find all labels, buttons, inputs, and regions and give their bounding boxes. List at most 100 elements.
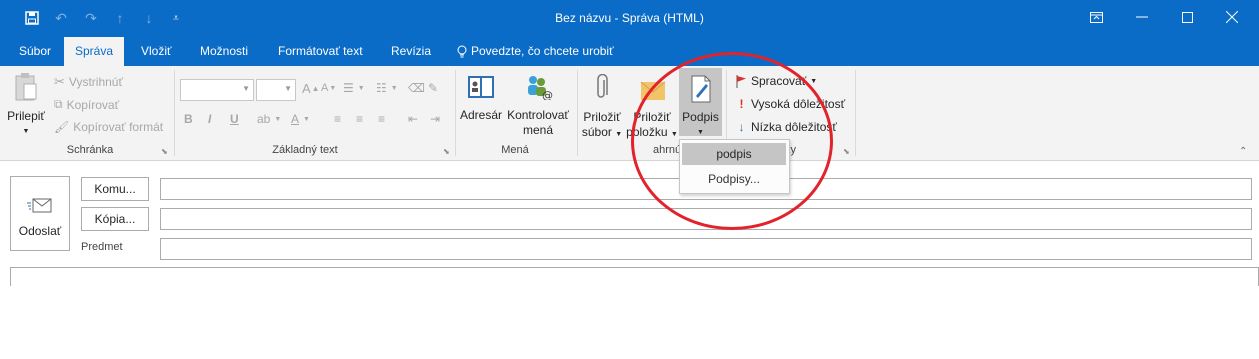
follow-up-label: Spracovať: [751, 74, 807, 88]
maximize-icon[interactable]: [1167, 4, 1207, 30]
highlighter-icon: ab: [257, 112, 271, 126]
align-right-button[interactable]: ≡: [378, 112, 385, 126]
align-center-button[interactable]: ≡: [356, 112, 363, 126]
indent-icon: ⇥: [430, 112, 441, 126]
attach-item-button[interactable]: Priložiť položku ▼: [626, 74, 678, 142]
to-button[interactable]: Komu...: [81, 177, 149, 201]
check-names-button[interactable]: @ Kontrolovať mená: [506, 74, 570, 138]
font-size-combo[interactable]: ▼: [256, 79, 296, 101]
dialog-launcher-icon[interactable]: ⬊: [843, 147, 850, 156]
dialog-launcher-icon[interactable]: ⬊: [443, 147, 450, 156]
attach-file-button[interactable]: Priložiť súbor ▼: [580, 73, 624, 142]
font-color-button[interactable]: A ▼: [291, 112, 310, 126]
chevron-down-icon: ▼: [242, 84, 250, 93]
align-right-icon: ≡: [378, 112, 386, 126]
flag-icon: [736, 74, 746, 88]
address-book-icon: [468, 76, 494, 98]
copy-button[interactable]: ⧉ Kopírovať: [54, 97, 119, 112]
page-background: [0, 286, 1259, 359]
lightbulb-icon: [457, 45, 467, 58]
grow-font-icon: A: [302, 81, 311, 96]
high-importance-button[interactable]: ! Vysoká dôležitosť: [736, 97, 846, 111]
highlight-button[interactable]: ab ▼: [257, 112, 281, 126]
signature-option-podpis[interactable]: podpis: [682, 143, 786, 165]
cc-field[interactable]: [160, 208, 1252, 230]
shrink-font-button[interactable]: A ▼: [321, 82, 336, 94]
chevron-down-icon: ▼: [810, 77, 818, 85]
group-separator: [455, 70, 456, 156]
font-name-combo[interactable]: ▼: [180, 79, 254, 101]
signatures-settings-option[interactable]: Podpisy...: [682, 168, 786, 190]
tab-format-text[interactable]: Formátovať text: [276, 37, 365, 66]
svg-text:@: @: [542, 89, 553, 100]
signature-dropdown: podpis Podpisy...: [679, 139, 790, 194]
increase-indent-button[interactable]: ⇥: [430, 112, 440, 126]
group-label-clipboard: Schránka: [66, 144, 114, 156]
paste-button[interactable]: Prilepiť ▼: [6, 72, 46, 139]
italic-button[interactable]: I: [208, 112, 211, 126]
bullets-button[interactable]: ☰ ▼: [343, 81, 365, 95]
tab-review[interactable]: Revízia: [389, 37, 433, 66]
scissors-icon: ✂: [54, 74, 65, 89]
copy-icon: ⧉: [54, 97, 63, 111]
subject-field[interactable]: [160, 238, 1252, 260]
copy-label: Kopírovať: [66, 97, 120, 112]
underline-label: U: [230, 112, 239, 126]
bold-button[interactable]: B: [184, 112, 193, 126]
subject-label: Predmet: [81, 241, 123, 253]
chevron-down-icon: ▼: [284, 84, 292, 93]
low-importance-button[interactable]: ↓ Nízka dôležitosť: [736, 120, 837, 134]
underline-button[interactable]: U: [230, 112, 239, 126]
minimize-icon[interactable]: [1122, 4, 1162, 30]
follow-up-button[interactable]: Spracovať ▼: [736, 74, 817, 88]
shrink-font-icon: A: [321, 82, 329, 94]
tab-options[interactable]: Možnosti: [198, 37, 250, 66]
close-icon[interactable]: [1212, 4, 1252, 30]
group-label-names: Mená: [501, 144, 529, 156]
decrease-indent-button[interactable]: ⇤: [408, 112, 418, 126]
ribbon-display-options-icon[interactable]: [1076, 4, 1116, 30]
signature-button[interactable]: Podpis ▼: [679, 68, 722, 136]
tab-message[interactable]: Správa: [64, 37, 124, 66]
clipboard-icon: [15, 73, 37, 101]
signature-pen-icon: [691, 75, 710, 103]
italic-label: I: [208, 112, 212, 126]
eraser-icon: ⌫: [408, 81, 425, 95]
cut-button[interactable]: ✂ Vystrihnúť: [54, 74, 123, 90]
cc-button[interactable]: Kópia...: [81, 207, 149, 231]
tell-me-label: Povedzte, čo chcete urobiť: [471, 44, 614, 58]
paintbrush-icon: 🖌: [54, 120, 70, 134]
send-button[interactable]: Odoslať: [10, 176, 70, 251]
format-painter-small-button[interactable]: ✎: [428, 81, 438, 95]
attach-item-label-1: Priložiť: [633, 110, 671, 124]
numbering-button[interactable]: ☷ ▼: [376, 81, 398, 95]
arrow-down-icon: ↓: [738, 120, 745, 134]
align-center-icon: ≡: [356, 112, 364, 126]
address-book-button[interactable]: Adresár: [458, 74, 504, 123]
chevron-down-icon: ▼: [22, 128, 30, 135]
attach-file-label-1: Priložiť: [583, 110, 621, 124]
format-painter-button[interactable]: 🖌 Kopírovať formát: [54, 120, 163, 134]
tab-insert[interactable]: Vložiť: [139, 37, 174, 66]
grow-font-button[interactable]: A ▲: [302, 81, 320, 96]
format-painter-label: Kopírovať formát: [73, 120, 164, 134]
tab-file[interactable]: Súbor: [17, 37, 53, 66]
ribbon: Prilepiť ▼ ✂ Vystrihnúť ⧉ Kopírovať 🖌 Ko…: [0, 66, 1259, 161]
tell-me-box[interactable]: Povedzte, čo chcete urobiť: [455, 37, 616, 66]
group-separator: [174, 70, 175, 156]
collapse-ribbon-icon[interactable]: ⌃: [1239, 146, 1247, 157]
align-left-button[interactable]: ≡: [334, 112, 341, 126]
attach-item-label-2: položku ▼: [626, 125, 678, 139]
signature-label: Podpis: [682, 110, 719, 124]
ribbon-tab-bar: Súbor Správa Vložiť Možnosti Formátovať …: [0, 37, 1259, 66]
align-left-icon: ≡: [334, 112, 342, 126]
group-separator: [577, 70, 578, 156]
exclamation-icon: !: [739, 97, 744, 111]
dialog-launcher-icon[interactable]: ⬊: [161, 147, 168, 156]
chevron-down-icon: ▼: [697, 129, 704, 136]
attach-file-label-2: súbor ▼: [581, 125, 623, 139]
group-separator: [855, 70, 856, 156]
font-color-icon: A: [291, 112, 300, 126]
clear-formatting-button[interactable]: ⌫: [408, 81, 425, 95]
paperclip-icon: [597, 73, 608, 98]
